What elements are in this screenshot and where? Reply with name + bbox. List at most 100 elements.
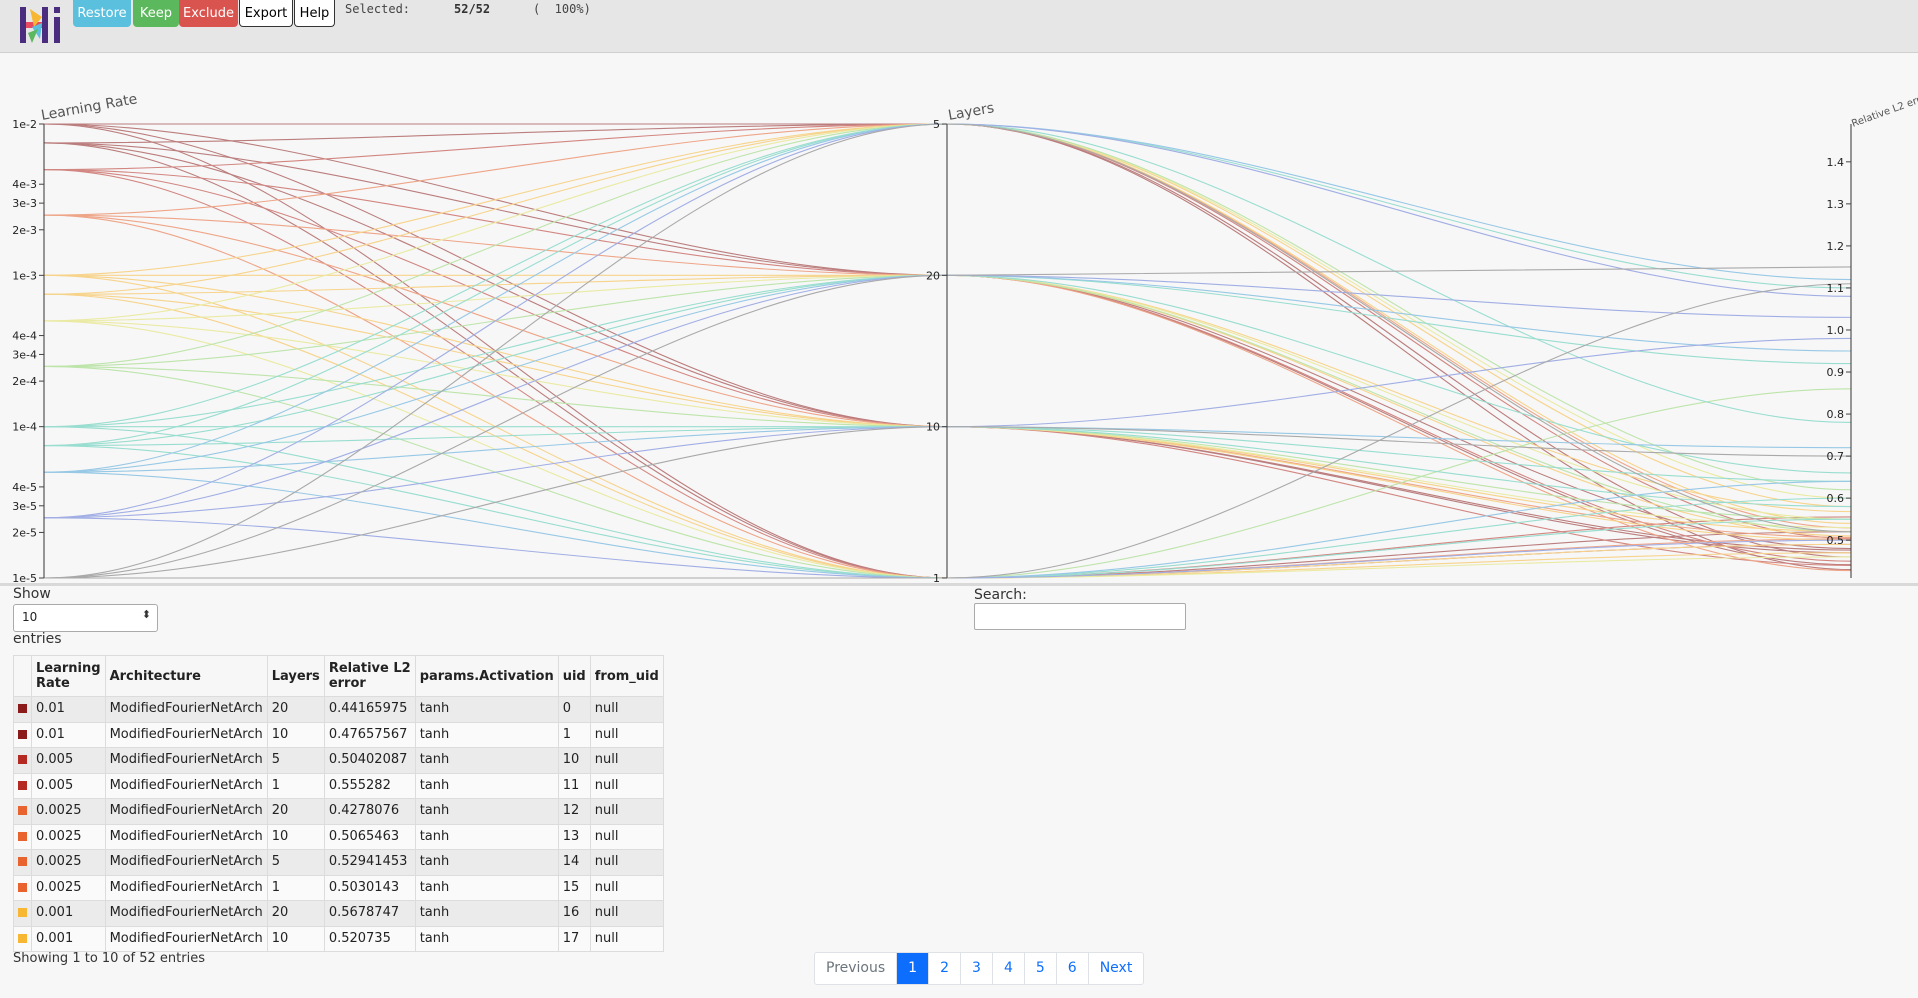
table-cell: 0.001 bbox=[31, 925, 106, 952]
tick-label: 1e-5 bbox=[12, 572, 37, 583]
column-header[interactable]: from_uid bbox=[589, 655, 664, 697]
tick-label: 0.8 bbox=[1827, 408, 1845, 421]
table-cell: 1 bbox=[266, 874, 325, 901]
table-cell: 13 bbox=[557, 823, 591, 850]
table-cell: 14 bbox=[557, 849, 591, 876]
row-color-swatch bbox=[18, 780, 27, 790]
table-row[interactable]: 0.0025 ModifiedFourierNetArch 20 0.4278076 t… bbox=[13, 798, 664, 825]
export-button[interactable]: Export bbox=[239, 0, 293, 27]
tick-label: 0.7 bbox=[1827, 450, 1845, 463]
table-cell: tanh bbox=[414, 772, 559, 799]
table-cell: 17 bbox=[557, 925, 591, 952]
column-header[interactable]: Layers bbox=[266, 655, 325, 697]
axis-title-layers: Layers bbox=[947, 100, 995, 124]
tick-label: 3e-3 bbox=[12, 197, 37, 210]
table-cell: ModifiedFourierNetArch bbox=[104, 747, 268, 774]
column-header[interactable]: Architecture bbox=[104, 655, 268, 697]
table-cell: 0.52941453 bbox=[323, 849, 416, 876]
table-cell: tanh bbox=[414, 900, 559, 927]
page-2-button[interactable]: 2 bbox=[928, 953, 960, 984]
data-table: Learning Rate Architecture Layers Relative L… bbox=[13, 655, 664, 952]
table-cell: 16 bbox=[557, 900, 591, 927]
table-cell: 0.0025 bbox=[31, 849, 106, 876]
column-header[interactable]: Relative L2 error bbox=[323, 655, 416, 697]
row-color-swatch bbox=[18, 831, 27, 841]
table-cell: null bbox=[589, 772, 664, 799]
keep-button[interactable]: Keep bbox=[133, 0, 179, 27]
table-cell: 0 bbox=[557, 696, 591, 723]
table-row[interactable]: 0.0025 ModifiedFourierNetArch 1 0.5030143 ta… bbox=[13, 874, 664, 901]
table-cell: ModifiedFourierNetArch bbox=[104, 874, 268, 901]
table-cell: 0.5065463 bbox=[323, 823, 416, 850]
page-6-button[interactable]: 6 bbox=[1055, 953, 1088, 984]
row-color-swatch bbox=[18, 857, 27, 867]
help-button[interactable]: Help bbox=[294, 0, 335, 27]
exclude-button[interactable]: Exclude bbox=[179, 0, 238, 27]
row-color-cell bbox=[13, 798, 32, 825]
table-cell: ModifiedFourierNetArch bbox=[104, 696, 268, 723]
page-1-button[interactable]: 1 bbox=[896, 953, 929, 984]
table-cell: tanh bbox=[414, 721, 559, 748]
table-row[interactable]: 0.005 ModifiedFourierNetArch 1 0.555282 tanh… bbox=[13, 772, 664, 799]
restore-button[interactable]: Restore bbox=[73, 0, 131, 27]
page-3-button[interactable]: 3 bbox=[960, 953, 992, 984]
table-row[interactable]: 0.01 ModifiedFourierNetArch 10 0.47657567 ta… bbox=[13, 721, 664, 748]
table-cell: 0.50402087 bbox=[323, 747, 416, 774]
table-row[interactable]: 0.005 ModifiedFourierNetArch 5 0.50402087 ta… bbox=[13, 747, 664, 774]
column-header[interactable]: uid bbox=[557, 655, 591, 697]
table-cell: 12 bbox=[557, 798, 591, 825]
tick-label: 1e-4 bbox=[12, 421, 37, 434]
table-cell: 0.005 bbox=[31, 772, 106, 799]
column-header[interactable]: Learning Rate bbox=[31, 655, 106, 697]
table-cell: ModifiedFourierNetArch bbox=[104, 900, 268, 927]
color-column-header bbox=[13, 655, 32, 697]
plot-resize-handle[interactable] bbox=[0, 583, 1918, 586]
search-label: Search: bbox=[974, 587, 1027, 603]
row-color-cell bbox=[13, 900, 32, 927]
tick-label: 1 bbox=[933, 572, 940, 583]
row-color-cell bbox=[13, 696, 32, 723]
column-header[interactable]: params.Activation bbox=[414, 655, 559, 697]
table-cell: 5 bbox=[266, 849, 325, 876]
toolbar: Restore Keep Exclude Export Help Selecte… bbox=[0, 0, 1918, 53]
parallel-coordinates-plot[interactable]: 1e-2 4e-3 3e-3 2e-3 1e-3 4e-4 3e-4 2e-4 1e-4 4e-5… bbox=[0, 52, 1918, 583]
show-label: Show bbox=[13, 586, 51, 602]
tick-label: 20 bbox=[926, 269, 940, 282]
entries-per-page-select[interactable]: 10 ⬍ bbox=[13, 604, 158, 632]
tick-label: 1.0 bbox=[1827, 324, 1845, 337]
search-input[interactable] bbox=[974, 603, 1186, 630]
table-cell: null bbox=[589, 849, 664, 876]
tick-label: 10 bbox=[926, 421, 940, 434]
page-5-button[interactable]: 5 bbox=[1023, 953, 1056, 984]
hiplot-logo bbox=[20, 7, 60, 43]
row-color-swatch bbox=[18, 806, 27, 816]
entries-per-page-value: 10 bbox=[22, 610, 38, 624]
tick-label: 3e-4 bbox=[12, 348, 37, 361]
table-row[interactable]: 0.01 ModifiedFourierNetArch 20 0.44165975 ta… bbox=[13, 696, 664, 723]
tick-label: 0.5 bbox=[1827, 534, 1845, 547]
table-row[interactable]: 0.001 ModifiedFourierNetArch 20 0.5678747 ta… bbox=[13, 900, 664, 927]
table-cell: 11 bbox=[557, 772, 591, 799]
table-cell: 0.005 bbox=[31, 747, 106, 774]
tick-label: 0.6 bbox=[1827, 492, 1845, 505]
table-cell: 5 bbox=[266, 747, 325, 774]
table-cell: ModifiedFourierNetArch bbox=[104, 772, 268, 799]
axis-title-learning-rate: Learning Rate bbox=[40, 91, 139, 124]
selected-label: Selected: bbox=[345, 2, 411, 16]
previous-page-button[interactable]: Previous bbox=[815, 953, 896, 984]
table-info: Showing 1 to 10 of 52 entries bbox=[13, 951, 205, 966]
table-cell: null bbox=[589, 721, 664, 748]
row-color-swatch bbox=[18, 704, 27, 714]
table-cell: 0.01 bbox=[31, 721, 106, 748]
selected-percent: ( 100%) bbox=[533, 2, 591, 16]
next-page-button[interactable]: Next bbox=[1087, 953, 1144, 984]
table-cell: 10 bbox=[266, 925, 325, 952]
tick-label: 1.3 bbox=[1827, 198, 1845, 211]
table-cell: ModifiedFourierNetArch bbox=[104, 925, 268, 952]
table-row[interactable]: 0.0025 ModifiedFourierNetArch 5 0.52941453 t… bbox=[13, 849, 664, 876]
table-row[interactable]: 0.0025 ModifiedFourierNetArch 10 0.5065463 t… bbox=[13, 823, 664, 850]
page-4-button[interactable]: 4 bbox=[991, 953, 1024, 984]
tick-label: 2e-4 bbox=[12, 375, 37, 388]
row-color-cell bbox=[13, 721, 32, 748]
table-row[interactable]: 0.001 ModifiedFourierNetArch 10 0.520735 tan… bbox=[13, 925, 664, 952]
